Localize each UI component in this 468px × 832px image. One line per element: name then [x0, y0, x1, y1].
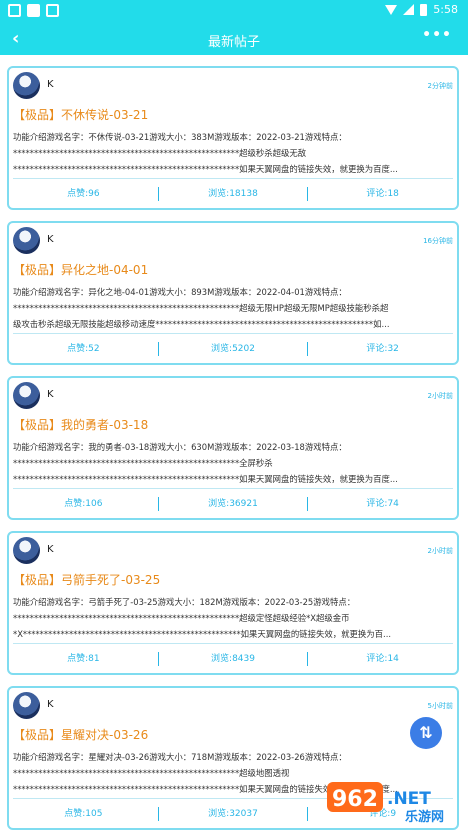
sim-icon	[46, 4, 59, 17]
status-bar: 5:58	[0, 0, 468, 24]
divider	[13, 643, 453, 644]
more-options-icon[interactable]: •••	[422, 27, 452, 43]
post-title[interactable]: 【极品】星耀对决-03-26	[13, 726, 148, 743]
sort-arrows-icon[interactable]: ⇅	[410, 717, 442, 749]
post-author: K	[47, 234, 54, 245]
post-excerpt-line: ****************************************…	[13, 458, 273, 468]
post-excerpt-line: 功能介绍游戏名字：弓箭手死了-03-25游戏大小：182M游戏版本：2022-0…	[13, 597, 356, 607]
post-time: 2小时前	[427, 392, 453, 400]
like-count-button[interactable]: 点赞:105	[9, 800, 158, 828]
post-excerpt-line: ****************************************…	[13, 303, 389, 313]
battery-icon	[420, 3, 428, 16]
post-time: 2小时前	[427, 547, 453, 555]
watermark-main: 962	[332, 787, 378, 812]
post-time: 2分钟前	[427, 82, 453, 90]
watermark-cn: 乐游网	[405, 809, 444, 824]
divider	[13, 178, 453, 179]
comment-count-button[interactable]: 评论:32	[308, 335, 457, 363]
post-author: K	[47, 544, 54, 555]
avatar[interactable]	[13, 227, 40, 254]
avatar[interactable]	[13, 537, 40, 564]
signal-icon	[403, 4, 415, 15]
post-card[interactable]: K 2小时前 【极品】弓箭手死了-03-25 功能介绍游戏名字：弓箭手死了-03…	[7, 531, 459, 675]
avatar[interactable]	[13, 382, 40, 409]
post-excerpt-line: 功能介绍游戏名字：星耀对决-03-26游戏大小：718M游戏版本：2022-03…	[13, 752, 347, 762]
app-notification-icon	[27, 4, 40, 17]
post-title[interactable]: 【极品】异化之地-04-01	[13, 261, 148, 278]
like-count-button[interactable]: 点赞:81	[9, 645, 158, 673]
post-excerpt-line: 级攻击秒杀超级无限技能超级移动速度***********************…	[13, 319, 390, 329]
view-count: 浏览:5202	[211, 344, 255, 354]
view-count: 浏览:8439	[211, 654, 255, 664]
divider	[13, 488, 453, 489]
comment-count-button[interactable]: 评论:14	[308, 645, 457, 673]
post-card[interactable]: K 2分钟前 【极品】不休传说-03-21 功能介绍游戏名字：不休传说-03-2…	[7, 66, 459, 210]
post-author: K	[47, 79, 54, 90]
post-title[interactable]: 【极品】不休传说-03-21	[13, 106, 148, 123]
post-title[interactable]: 【极品】我的勇者-03-18	[13, 416, 148, 433]
avatar[interactable]	[13, 692, 40, 719]
view-count: 浏览:18138	[208, 189, 258, 199]
post-excerpt-line: ****************************************…	[13, 613, 350, 623]
post-excerpt-line: ****************************************…	[13, 164, 398, 174]
post-author: K	[47, 389, 54, 400]
view-count: 浏览:36921	[208, 499, 258, 509]
post-excerpt-line: ****************************************…	[13, 768, 290, 778]
post-time: 5小时前	[427, 702, 453, 710]
like-count-button[interactable]: 点赞:52	[9, 335, 158, 363]
notification-icon	[8, 4, 21, 17]
divider	[13, 333, 453, 334]
view-count: 浏览:32037	[208, 809, 258, 819]
post-time: 16分钟前	[423, 237, 453, 245]
like-count-button[interactable]: 点赞:96	[9, 180, 158, 208]
like-count-button[interactable]: 点赞:106	[9, 490, 158, 518]
post-author: K	[47, 699, 54, 710]
post-card[interactable]: K 2小时前 【极品】我的勇者-03-18 功能介绍游戏名字：我的勇者-03-1…	[7, 376, 459, 520]
comment-count-button[interactable]: 评论:74	[308, 490, 457, 518]
post-title[interactable]: 【极品】弓箭手死了-03-25	[13, 571, 160, 588]
avatar[interactable]	[13, 72, 40, 99]
post-excerpt-line: 功能介绍游戏名字：我的勇者-03-18游戏大小：630M游戏版本：2022-03…	[13, 442, 347, 452]
post-excerpt-line: 功能介绍游戏名字：异化之地-04-01游戏大小：893M游戏版本：2022-04…	[13, 287, 347, 297]
page-title: 最新帖子	[207, 35, 260, 50]
post-excerpt-line: ****************************************…	[13, 148, 307, 158]
post-excerpt-line: 功能介绍游戏名字：不休传说-03-21游戏大小：383M游戏版本：2022-03…	[13, 132, 347, 142]
comment-count-button[interactable]: 评论:18	[308, 180, 457, 208]
post-list[interactable]: K 2分钟前 【极品】不休传说-03-21 功能介绍游戏名字：不休传说-03-2…	[0, 55, 468, 832]
post-card[interactable]: K 16分钟前 【极品】异化之地-04-01 功能介绍游戏名字：异化之地-04-…	[7, 221, 459, 365]
post-excerpt-line: ****************************************…	[13, 474, 398, 484]
wifi-icon	[385, 4, 398, 15]
post-excerpt-line: *X**************************************…	[13, 629, 392, 639]
watermark-sub: .NET	[387, 789, 431, 809]
clock: 5:58	[433, 3, 458, 16]
app-bar: ‹ 最新帖子 •••	[0, 24, 468, 55]
site-watermark-logo: 962 .NET 乐游网	[327, 782, 444, 824]
